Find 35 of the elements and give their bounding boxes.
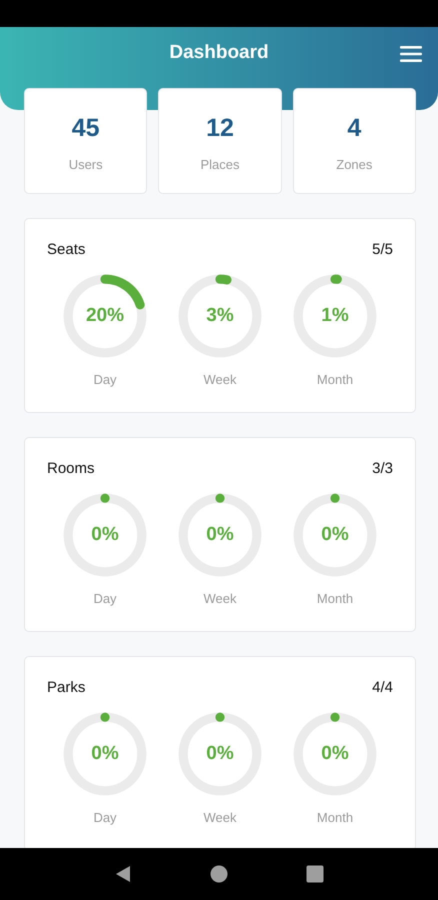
percent-reading: 20% — [86, 305, 124, 327]
percent-reading: 1% — [321, 305, 349, 327]
stat-value: 45 — [72, 114, 100, 143]
back-icon[interactable] — [114, 865, 132, 883]
section-count: 4/4 — [372, 679, 393, 696]
stat-value: 4 — [347, 114, 362, 143]
section-title: Parks — [47, 679, 86, 696]
section-count: 5/5 — [372, 241, 393, 258]
percent-reading: 0% — [91, 743, 119, 765]
stat-label: Users — [68, 157, 103, 172]
page-title: Dashboard — [169, 42, 269, 64]
period-label: Day — [93, 810, 117, 825]
percent-reading: 3% — [206, 305, 234, 327]
section-title: Seats — [47, 241, 86, 258]
home-icon[interactable] — [210, 865, 228, 883]
percent-reading: 0% — [206, 524, 234, 546]
stat-label: Places — [200, 157, 240, 172]
section-count: 3/3 — [372, 460, 393, 477]
period-label: Week — [204, 591, 236, 606]
period-label: Month — [316, 372, 354, 387]
percent-reading: 0% — [321, 524, 349, 546]
section-title: Rooms — [47, 460, 95, 477]
stat-value: 12 — [206, 114, 234, 143]
percent-reading: 0% — [321, 743, 349, 765]
period-label: Day — [93, 372, 117, 387]
recents-icon[interactable] — [306, 865, 324, 883]
period-label: Week — [204, 810, 236, 825]
stat-label: Zones — [336, 157, 372, 172]
period-label: Day — [93, 591, 117, 606]
period-label: Week — [204, 372, 236, 387]
menu-icon[interactable] — [400, 46, 422, 62]
period-label: Month — [316, 591, 354, 606]
percent-reading: 0% — [91, 524, 119, 546]
percent-reading: 0% — [206, 743, 234, 765]
period-label: Month — [316, 810, 354, 825]
